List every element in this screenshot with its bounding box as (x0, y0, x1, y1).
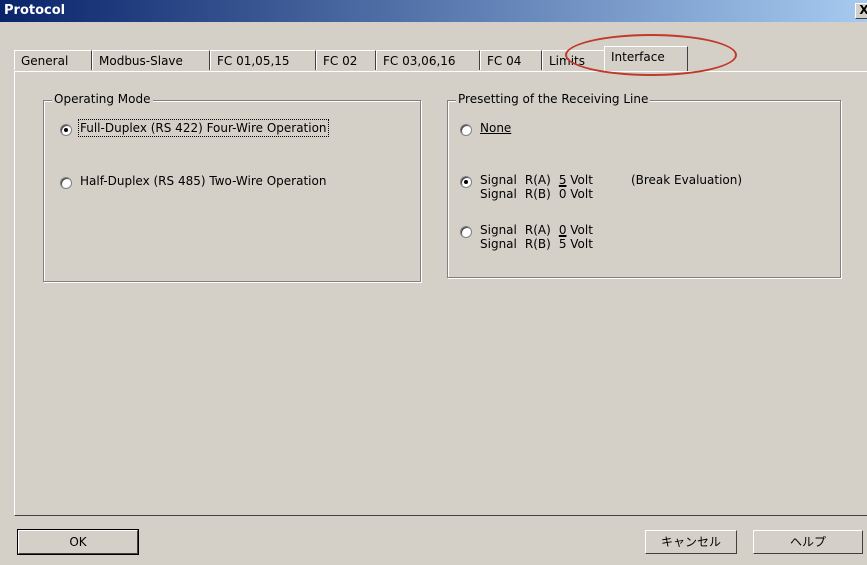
none-label[interactable]: None (480, 121, 511, 135)
line-text: R(A) (524, 223, 551, 237)
voltage-text: 5 Volt (558, 237, 593, 251)
signal-5v-radio[interactable] (460, 176, 472, 188)
signal-text: Signal (480, 237, 517, 251)
half-duplex-label[interactable]: Half-Duplex (RS 485) Two-Wire Operation (80, 174, 326, 188)
line-text: R(A) (524, 173, 551, 187)
line-text: R(B) (524, 187, 551, 201)
interface-tab-panel: Operating Mode Full-Duplex (RS 422) Four… (14, 71, 867, 516)
tab-fc-03-06-16[interactable]: FC 03,06,16 (376, 50, 480, 70)
signal-5v-label[interactable]: Signal R(A) 5 Volt (Break Evaluation) Si… (480, 173, 742, 201)
protocol-dialog: Protocol X General Modbus-Slave FC 01,05… (0, 0, 867, 565)
tab-general[interactable]: General (14, 50, 92, 70)
tab-fc-02[interactable]: FC 02 (316, 50, 376, 70)
signal-text: Signal (480, 187, 517, 201)
operating-mode-group: Operating Mode Full-Duplex (RS 422) Four… (43, 92, 421, 282)
signal-0v-label[interactable]: Signal R(A) 0 Volt Signal R(B) 5 Volt (480, 223, 601, 251)
signal-0v-radio[interactable] (460, 226, 472, 238)
break-evaluation-text: (Break Evaluation) (630, 173, 743, 187)
half-duplex-option[interactable]: Half-Duplex (RS 485) Two-Wire Operation (60, 174, 326, 189)
signal-0v-option[interactable]: Signal R(A) 0 Volt Signal R(B) 5 Volt (460, 223, 601, 251)
voltage-text: 5 Volt (558, 173, 593, 187)
receiving-line-group: Presetting of the Receiving Line None Si… (447, 92, 841, 278)
help-button[interactable]: ヘルプ (753, 530, 863, 554)
close-button[interactable]: X (855, 3, 867, 19)
line-text: R(B) (524, 237, 551, 251)
full-duplex-radio[interactable] (60, 124, 72, 136)
tab-modbus-slave[interactable]: Modbus-Slave (92, 50, 210, 70)
ok-button[interactable]: OK (17, 529, 139, 555)
tab-interface[interactable]: Interface (604, 46, 688, 71)
voltage-text: 0 Volt (558, 187, 593, 201)
none-option[interactable]: None (460, 121, 511, 136)
signal-text: Signal (480, 223, 517, 237)
window-title: Protocol (4, 3, 66, 18)
tab-fc-04[interactable]: FC 04 (480, 50, 542, 70)
tab-fc-01-05-15[interactable]: FC 01,05,15 (210, 50, 316, 70)
signal-text: Signal (480, 173, 517, 187)
none-radio[interactable] (460, 124, 472, 136)
voltage-text: 0 Volt (558, 223, 593, 237)
signal-5v-option[interactable]: Signal R(A) 5 Volt (Break Evaluation) Si… (460, 173, 742, 201)
half-duplex-radio[interactable] (60, 177, 72, 189)
operating-mode-title: Operating Mode (52, 92, 153, 106)
title-bar[interactable]: Protocol X (0, 0, 867, 22)
full-duplex-label[interactable]: Full-Duplex (RS 422) Four-Wire Operation (78, 119, 329, 137)
full-duplex-option[interactable]: Full-Duplex (RS 422) Four-Wire Operation (60, 119, 329, 137)
cancel-button[interactable]: キャンセル (645, 530, 737, 554)
receiving-line-title: Presetting of the Receiving Line (456, 92, 651, 106)
tab-limits[interactable]: Limits (542, 50, 606, 70)
